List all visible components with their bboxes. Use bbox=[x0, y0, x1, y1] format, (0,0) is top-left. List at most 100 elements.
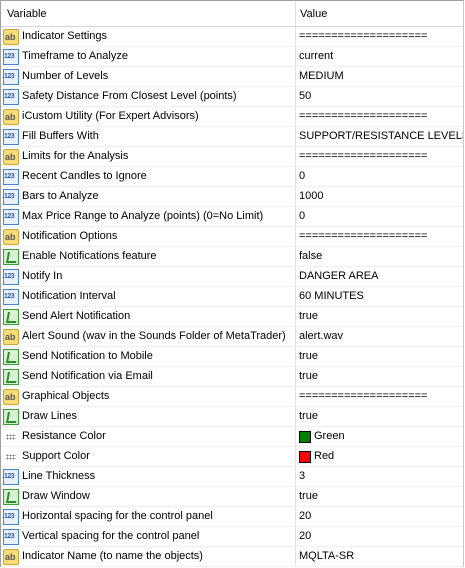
value-cell[interactable]: MEDIUM bbox=[296, 67, 463, 86]
variable-cell[interactable]: Graphical Objects bbox=[1, 387, 296, 406]
value-text: Red bbox=[314, 450, 335, 462]
variable-cell[interactable]: Send Notification via Email bbox=[1, 367, 296, 386]
value-cell[interactable]: true bbox=[296, 407, 463, 426]
variable-cell[interactable]: Alert Sound (wav in the Sounds Folder of… bbox=[1, 327, 296, 346]
variable-cell[interactable]: Indicator Name (to name the objects) bbox=[1, 547, 296, 566]
value-cell[interactable]: 3 bbox=[296, 467, 463, 486]
variable-cell[interactable]: Line Thickness bbox=[1, 467, 296, 486]
variable-label: Resistance Color bbox=[22, 430, 106, 442]
value-cell[interactable]: ==================== bbox=[296, 147, 463, 166]
variable-cell[interactable]: Limits for the Analysis bbox=[1, 147, 296, 166]
boolean-type-icon bbox=[3, 348, 19, 365]
table-row[interactable]: Send Alert Notification true bbox=[1, 307, 463, 327]
variable-cell[interactable]: Notification Interval bbox=[1, 287, 296, 306]
value-cell[interactable]: true bbox=[296, 367, 463, 386]
value-cell[interactable]: Green bbox=[296, 427, 463, 446]
boolean-type-icon bbox=[3, 408, 19, 425]
variable-cell[interactable]: Send Notification to Mobile bbox=[1, 347, 296, 366]
variable-cell[interactable]: Bars to Analyze bbox=[1, 187, 296, 206]
variable-cell[interactable]: Number of Levels bbox=[1, 67, 296, 86]
table-row[interactable]: Number of Levels MEDIUM bbox=[1, 67, 463, 87]
variable-cell[interactable]: Indicator Settings bbox=[1, 27, 296, 46]
table-row[interactable]: Support Color Red bbox=[1, 447, 463, 467]
value-cell[interactable]: 0 bbox=[296, 167, 463, 186]
column-header-value[interactable]: Value bbox=[296, 1, 463, 26]
variable-cell[interactable]: Max Price Range to Analyze (points) (0=N… bbox=[1, 207, 296, 226]
variable-cell[interactable]: Vertical spacing for the control panel bbox=[1, 527, 296, 546]
value-cell[interactable]: 50 bbox=[296, 87, 463, 106]
table-row[interactable]: iCustom Utility (For Expert Advisors) ===… bbox=[1, 107, 463, 127]
value-cell[interactable]: SUPPORT/RESISTANCE LEVELS bbox=[296, 127, 463, 146]
value-cell[interactable]: ==================== bbox=[296, 27, 463, 46]
string-type-icon bbox=[3, 148, 19, 165]
value-cell[interactable]: 1000 bbox=[296, 187, 463, 206]
table-row[interactable]: Recent Candles to Ignore 0 bbox=[1, 167, 463, 187]
value-cell[interactable]: DANGER AREA bbox=[296, 267, 463, 286]
table-row[interactable]: Fill Buffers With SUPPORT/RESISTANCE LEVE… bbox=[1, 127, 463, 147]
column-header-variable[interactable]: Variable bbox=[1, 1, 296, 26]
value-text: 0 bbox=[299, 170, 306, 182]
variable-cell[interactable]: Draw Window bbox=[1, 487, 296, 506]
table-row[interactable]: Resistance Color Green bbox=[1, 427, 463, 447]
table-row[interactable]: Safety Distance From Closest Level (poin… bbox=[1, 87, 463, 107]
table-row[interactable]: Notify In DANGER AREA bbox=[1, 267, 463, 287]
table-row[interactable]: Send Notification to Mobile true bbox=[1, 347, 463, 367]
value-text: ==================== bbox=[299, 110, 428, 122]
variable-cell[interactable]: Fill Buffers With bbox=[1, 127, 296, 146]
table-row[interactable]: Timeframe to Analyze current bbox=[1, 47, 463, 67]
numeric-type-icon bbox=[3, 48, 19, 65]
table-row[interactable]: Draw Lines true bbox=[1, 407, 463, 427]
value-cell[interactable]: true bbox=[296, 487, 463, 506]
value-cell[interactable]: ==================== bbox=[296, 227, 463, 246]
table-row[interactable]: Limits for the Analysis =================… bbox=[1, 147, 463, 167]
variable-cell[interactable]: Timeframe to Analyze bbox=[1, 47, 296, 66]
variable-cell[interactable]: Enable Notifications feature bbox=[1, 247, 296, 266]
variable-label: Indicator Name (to name the objects) bbox=[22, 550, 203, 562]
table-row[interactable]: Notification Options ==================== bbox=[1, 227, 463, 247]
variable-label: Notification Interval bbox=[22, 290, 116, 302]
variable-label: Timeframe to Analyze bbox=[22, 50, 128, 62]
value-cell[interactable]: true bbox=[296, 347, 463, 366]
variable-cell[interactable]: Recent Candles to Ignore bbox=[1, 167, 296, 186]
value-cell[interactable]: ==================== bbox=[296, 107, 463, 126]
variable-cell[interactable]: Safety Distance From Closest Level (poin… bbox=[1, 87, 296, 106]
value-cell[interactable]: Red bbox=[296, 447, 463, 466]
value-cell[interactable]: current bbox=[296, 47, 463, 66]
value-text: ==================== bbox=[299, 390, 428, 402]
table-row[interactable]: Enable Notifications feature false bbox=[1, 247, 463, 267]
value-cell[interactable]: 0 bbox=[296, 207, 463, 226]
variable-cell[interactable]: Support Color bbox=[1, 447, 296, 466]
inputs-grid: Variable Value Indicator Settings =======… bbox=[0, 0, 464, 567]
value-cell[interactable]: 60 MINUTES bbox=[296, 287, 463, 306]
table-row[interactable]: Max Price Range to Analyze (points) (0=N… bbox=[1, 207, 463, 227]
value-cell[interactable]: 20 bbox=[296, 507, 463, 526]
variable-cell[interactable]: Notify In bbox=[1, 267, 296, 286]
value-cell[interactable]: ==================== bbox=[296, 387, 463, 406]
table-row[interactable]: Indicator Name (to name the objects) MQLT… bbox=[1, 547, 463, 567]
string-type-icon bbox=[3, 228, 19, 245]
table-row[interactable]: Line Thickness 3 bbox=[1, 467, 463, 487]
value-cell[interactable]: false bbox=[296, 247, 463, 266]
variable-cell[interactable]: Resistance Color bbox=[1, 427, 296, 446]
grid-rows: Indicator Settings ==================== Ti… bbox=[1, 27, 463, 567]
value-cell[interactable]: true bbox=[296, 307, 463, 326]
table-row[interactable]: Draw Window true bbox=[1, 487, 463, 507]
variable-label: iCustom Utility (For Expert Advisors) bbox=[22, 110, 199, 122]
table-row[interactable]: Graphical Objects ==================== bbox=[1, 387, 463, 407]
variable-cell[interactable]: Draw Lines bbox=[1, 407, 296, 426]
variable-cell[interactable]: Notification Options bbox=[1, 227, 296, 246]
table-row[interactable]: Horizontal spacing for the control panel… bbox=[1, 507, 463, 527]
value-cell[interactable]: alert.wav bbox=[296, 327, 463, 346]
value-text: ==================== bbox=[299, 230, 428, 242]
table-row[interactable]: Vertical spacing for the control panel 20 bbox=[1, 527, 463, 547]
variable-cell[interactable]: Horizontal spacing for the control panel bbox=[1, 507, 296, 526]
variable-cell[interactable]: iCustom Utility (For Expert Advisors) bbox=[1, 107, 296, 126]
value-cell[interactable]: MQLTA-SR bbox=[296, 547, 463, 566]
value-cell[interactable]: 20 bbox=[296, 527, 463, 546]
table-row[interactable]: Send Notification via Email true bbox=[1, 367, 463, 387]
table-row[interactable]: Alert Sound (wav in the Sounds Folder of… bbox=[1, 327, 463, 347]
variable-cell[interactable]: Send Alert Notification bbox=[1, 307, 296, 326]
table-row[interactable]: Notification Interval 60 MINUTES bbox=[1, 287, 463, 307]
table-row[interactable]: Indicator Settings ==================== bbox=[1, 27, 463, 47]
table-row[interactable]: Bars to Analyze 1000 bbox=[1, 187, 463, 207]
